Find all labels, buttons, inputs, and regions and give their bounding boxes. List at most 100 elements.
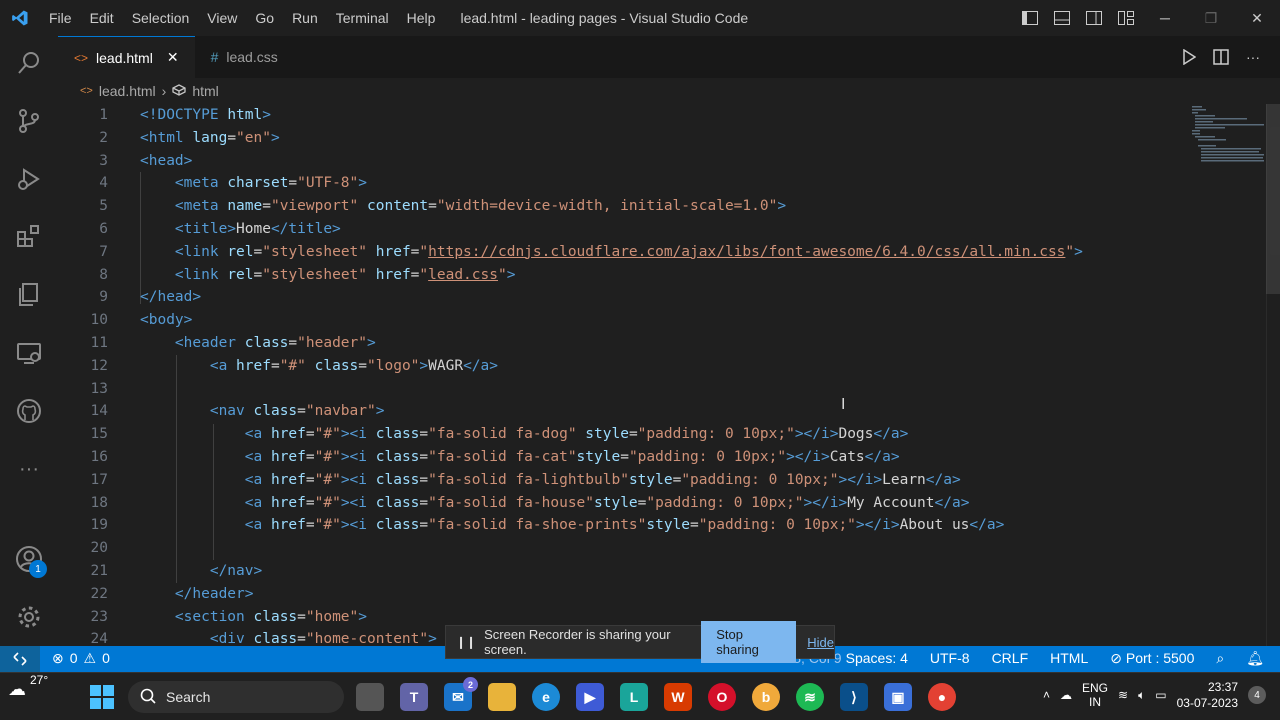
chevron-up-icon[interactable]: ˄	[1043, 688, 1050, 702]
notification-count[interactable]: 4	[1248, 686, 1266, 704]
code-line[interactable]: <a href="#"><i class="fa-solid fa-lightb…	[140, 469, 1083, 492]
breadcrumb-symbol[interactable]: html	[192, 83, 218, 99]
weather-widget[interactable]: ☁ 27°	[8, 673, 48, 700]
code-line[interactable]: <meta charset="UTF-8">	[140, 172, 1083, 195]
run-debug-icon[interactable]	[14, 164, 44, 194]
taskbar-search[interactable]: Search	[128, 681, 344, 713]
split-editor-icon[interactable]	[1212, 48, 1230, 66]
volume-icon[interactable]: 🔈︎	[1138, 688, 1145, 703]
lens-app-icon[interactable]: L	[620, 683, 648, 711]
battery-icon[interactable]: ▭	[1155, 688, 1166, 702]
menu-help[interactable]: Help	[398, 10, 445, 26]
teams-chat-icon[interactable]: T	[400, 683, 428, 711]
menu-terminal[interactable]: Terminal	[327, 10, 398, 26]
edge-icon[interactable]: e	[532, 683, 560, 711]
clock[interactable]: 23:37 03-07-2023	[1177, 679, 1238, 711]
code-lines[interactable]: <!DOCTYPE html> <html lang="en"> <head> <m…	[140, 104, 1083, 646]
brave-icon[interactable]: b	[752, 683, 780, 711]
menu-edit[interactable]: Edit	[81, 10, 123, 26]
code-line[interactable]	[140, 537, 1083, 560]
code-line[interactable]: </header>	[140, 583, 1083, 606]
code-line[interactable]: <link rel="stylesheet" href="lead.css">	[140, 264, 1083, 287]
wifi-icon[interactable]: ≋	[1118, 688, 1128, 702]
task-view-icon[interactable]	[356, 683, 384, 711]
toggle-panel-icon[interactable]	[1052, 8, 1072, 28]
explorer-search-icon[interactable]	[14, 48, 44, 78]
code-line[interactable]: </nav>	[140, 560, 1083, 583]
stop-sharing-button[interactable]: Stop sharing	[701, 621, 797, 663]
line-number: 20	[90, 540, 108, 557]
code-line[interactable]: <a href="#"><i class="fa-solid fa-house"…	[140, 492, 1083, 515]
spotify-icon[interactable]: ≋	[796, 683, 824, 711]
chrome-icon[interactable]: ●	[928, 683, 956, 711]
minimize-icon[interactable]: ─	[1142, 0, 1188, 36]
toggle-secondary-sidebar-icon[interactable]	[1084, 8, 1104, 28]
accounts-badge: 1	[29, 560, 47, 578]
screen-recorder-icon[interactable]: ▣	[884, 683, 912, 711]
office-w-icon[interactable]: W	[664, 683, 692, 711]
hide-link[interactable]: Hide	[807, 635, 834, 650]
files-icon[interactable]	[14, 280, 44, 310]
code-line[interactable]: <header class="header">	[140, 332, 1083, 355]
code-line[interactable]: <body>	[140, 309, 1083, 332]
code-line[interactable]: <html lang="en">	[140, 127, 1083, 150]
code-line[interactable]: <a href="#"><i class="fa-solid fa-shoe-p…	[140, 514, 1083, 537]
onedrive-cloud-icon[interactable]: ☁	[1060, 688, 1072, 702]
notifications-bell-icon[interactable]: 🔔︎	[1246, 650, 1264, 667]
toggle-primary-sidebar-icon[interactable]	[1020, 8, 1040, 28]
code-line[interactable]: <meta name="viewport" content="width=dev…	[140, 195, 1083, 218]
code-line[interactable]	[140, 378, 1083, 401]
language-status[interactable]: HTML	[1050, 650, 1088, 667]
source-control-icon[interactable]	[14, 106, 44, 136]
tab-lead-css[interactable]: # lead.css	[194, 36, 341, 78]
code-line[interactable]: <link rel="stylesheet" href="https://cdn…	[140, 241, 1083, 264]
code-line[interactable]: </head>	[140, 286, 1083, 309]
pause-icon: ❙❙	[456, 635, 477, 649]
tab-lead-html[interactable]: <> lead.html ✕	[58, 36, 195, 78]
menu-run[interactable]: Run	[283, 10, 327, 26]
power-automate-icon[interactable]: ▶	[576, 683, 604, 711]
code-line[interactable]: <head>	[140, 150, 1083, 173]
settings-gear-icon[interactable]	[14, 602, 44, 632]
breadcrumb-file[interactable]: lead.html	[99, 83, 156, 99]
feedback-icon[interactable]: ⌕	[1216, 650, 1224, 667]
encoding-status[interactable]: UTF-8	[930, 650, 970, 667]
file-explorer-icon[interactable]	[488, 683, 516, 711]
mail-icon[interactable]: ✉ 2	[444, 677, 478, 711]
menu-selection[interactable]: Selection	[123, 10, 199, 26]
close-window-icon[interactable]: ✕	[1234, 0, 1280, 36]
language-indicator[interactable]: ENG IN	[1082, 681, 1108, 709]
github-icon[interactable]	[14, 396, 44, 426]
code-line[interactable]: <!DOCTYPE html>	[140, 104, 1083, 127]
opera-icon[interactable]: O	[708, 683, 736, 711]
eol-status[interactable]: CRLF	[992, 650, 1029, 667]
extensions-icon[interactable]	[14, 222, 44, 252]
minimap[interactable]	[1184, 104, 1269, 164]
run-file-icon[interactable]	[1180, 48, 1198, 66]
more-icon[interactable]: ···	[14, 454, 44, 484]
time: 23:37	[1207, 680, 1238, 694]
line-number: 3	[99, 152, 108, 169]
editor-scrollbar[interactable]	[1266, 104, 1280, 646]
scrollbar-thumb[interactable]	[1266, 104, 1280, 294]
vscode-taskbar-icon[interactable]: ⟩	[840, 683, 868, 711]
windows-start-icon[interactable]	[90, 685, 114, 709]
code-line[interactable]: <a href="#"><i class="fa-solid fa-cat"st…	[140, 446, 1083, 469]
remote-explorer-icon[interactable]	[14, 338, 44, 368]
code-editor[interactable]: 1 2 3 4 5 6 7 8 9 10 11 12 13 14 15 16 17 18 19 20 21 22 23 24 …	[58, 104, 1280, 646]
code-line[interactable]: <nav class="navbar">	[140, 400, 1083, 423]
customize-layout-icon[interactable]	[1116, 8, 1136, 28]
problems-indicator[interactable]: ⊗ 0 ⚠ 0	[52, 650, 110, 667]
code-line[interactable]: <a href="#"><i class="fa-solid fa-dog" s…	[140, 423, 1083, 446]
close-tab-icon[interactable]: ✕	[167, 49, 179, 66]
more-actions-icon[interactable]: ···	[1244, 48, 1262, 66]
code-line[interactable]: <title>Home</title>	[140, 218, 1083, 241]
remote-indicator-icon[interactable]	[0, 646, 40, 672]
restore-icon[interactable]: ❐	[1188, 0, 1234, 36]
live-server-port[interactable]: ⊘ Port : 5500	[1110, 650, 1194, 667]
menu-go[interactable]: Go	[246, 10, 283, 26]
indentation-status[interactable]: Spaces: 4	[846, 650, 908, 667]
menu-file[interactable]: File	[40, 10, 81, 26]
code-line[interactable]: <a href="#" class="logo">WAGR</a>	[140, 355, 1083, 378]
menu-view[interactable]: View	[198, 10, 246, 26]
